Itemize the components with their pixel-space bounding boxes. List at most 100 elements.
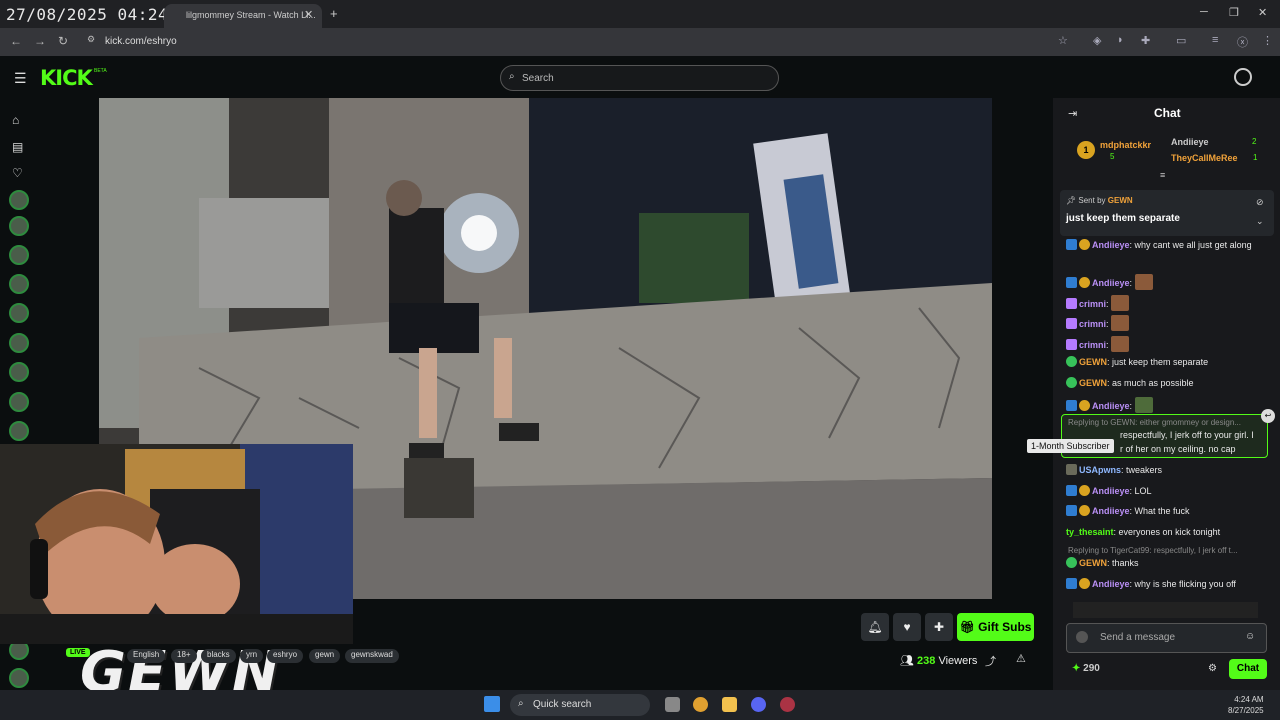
chat-username[interactable]: ty_thesaint: [1066, 527, 1114, 537]
emote-quick-bar[interactable]: [1073, 602, 1258, 618]
app-icon[interactable]: [780, 697, 795, 712]
sidepanel-icon[interactable]: ▭: [1176, 34, 1186, 47]
followed-channel-avatar[interactable]: [9, 245, 29, 265]
report-flag-icon[interactable]: ⚠: [1016, 652, 1026, 665]
home-icon[interactable]: ⌂: [12, 113, 19, 127]
chat-message[interactable]: GEWN: as much as possible: [1066, 377, 1276, 390]
chat-message[interactable]: Andiieye: What the fuck: [1066, 505, 1276, 518]
browser-menu-icon[interactable]: ⋮: [1262, 34, 1273, 47]
extensions-puzzle-icon[interactable]: ✚: [1141, 34, 1150, 47]
chat-settings-gear-icon[interactable]: ⚙: [1208, 663, 1217, 674]
emoji-picker-icon[interactable]: ☺: [1245, 631, 1255, 642]
following-heart-icon[interactable]: ♡: [12, 166, 23, 180]
stream-tag[interactable]: yrn: [240, 649, 264, 663]
system-clock[interactable]: 4:24 AM 8/27/2025: [1228, 694, 1264, 716]
new-tab-icon[interactable]: +: [330, 6, 338, 21]
followed-channel-avatar[interactable]: [9, 216, 29, 236]
send-chat-button[interactable]: Chat: [1229, 659, 1267, 679]
chat-username[interactable]: Andiieye: [1092, 506, 1130, 516]
follow-heart-button[interactable]: ♥: [893, 613, 921, 641]
chrome-icon[interactable]: [693, 697, 708, 712]
followed-channel-avatar[interactable]: [9, 333, 29, 353]
followed-channel-avatar[interactable]: [9, 362, 29, 382]
chat-username[interactable]: crimni: [1079, 299, 1106, 309]
chat-message[interactable]: crimni:: [1066, 315, 1276, 331]
user-avatar-icon[interactable]: [1234, 68, 1252, 86]
chat-username[interactable]: Andiieye: [1092, 240, 1130, 250]
leaderboard-name[interactable]: Andiieye: [1171, 137, 1209, 147]
reload-icon[interactable]: ↻: [58, 34, 68, 48]
chevron-down-icon[interactable]: ⌄: [1256, 216, 1264, 227]
chat-message[interactable]: Andiieye: why cant we all just get along: [1066, 239, 1276, 252]
followed-channel-avatar[interactable]: [9, 190, 29, 210]
leaderboard-name[interactable]: TheyCallMeRee: [1171, 153, 1238, 163]
pinned-sender: 📌︎ Sent by GEWN: [1066, 196, 1133, 205]
kick-logo[interactable]: KICK: [40, 66, 93, 90]
subscribe-button[interactable]: ✚: [925, 613, 953, 641]
chat-username[interactable]: GEWN: [1079, 558, 1107, 568]
search-placeholder: Search: [522, 73, 554, 84]
chat-username[interactable]: crimni: [1079, 340, 1106, 350]
chat-message[interactable]: ty_thesaint: everyones on kick tonight: [1066, 526, 1276, 539]
profile-icon[interactable]: ⓧ: [1237, 34, 1248, 50]
extension-icon[interactable]: ◗: [1117, 34, 1124, 46]
discord-icon[interactable]: [751, 697, 766, 712]
hamburger-menu-icon[interactable]: ☰: [14, 70, 27, 87]
followed-channel-avatar[interactable]: [9, 668, 29, 688]
chat-message[interactable]: Andiieye: why is she flicking you off: [1066, 578, 1276, 591]
reply-arrow-icon[interactable]: ↩: [1261, 409, 1275, 423]
viewer-count: 👥︎ 238 Viewers: [900, 655, 978, 667]
sub-badge-icon: [1079, 505, 1090, 516]
channel-points[interactable]: ✦ 290: [1072, 663, 1100, 674]
back-icon[interactable]: ←: [10, 34, 22, 48]
followed-channel-avatar[interactable]: [9, 421, 29, 441]
chat-username[interactable]: USApwns: [1079, 465, 1121, 475]
restore-icon[interactable]: ❐: [1229, 6, 1239, 19]
collapse-chat-icon[interactable]: ⇥: [1068, 107, 1077, 120]
url-field[interactable]: kick.com/eshryo: [105, 36, 177, 47]
browser-tab[interactable]: lilgmommey Stream - Watch Li...: [164, 4, 322, 28]
unpin-icon[interactable]: ⊘: [1256, 197, 1264, 208]
chat-message[interactable]: USApwns: tweakers: [1066, 464, 1276, 477]
forward-icon[interactable]: →: [34, 34, 46, 48]
chat-message[interactable]: crimni:: [1066, 336, 1276, 352]
expand-leaderboard-icon[interactable]: ≡: [1160, 170, 1165, 180]
chat-username[interactable]: GEWN: [1079, 378, 1107, 388]
chat-message[interactable]: GEWN: just keep them separate: [1066, 356, 1276, 369]
window-close-icon[interactable]: ✕: [1258, 6, 1267, 19]
site-info-icon[interactable]: ⚙: [87, 34, 95, 45]
chat-message[interactable]: Andiieye:: [1066, 397, 1276, 413]
stream-tag[interactable]: eshryo: [267, 649, 304, 663]
chat-username[interactable]: Andiieye: [1092, 278, 1130, 288]
followed-channel-avatar[interactable]: [9, 303, 29, 323]
chat-username[interactable]: GEWN: [1079, 357, 1107, 367]
chat-message[interactable]: Andiieye:: [1066, 274, 1276, 290]
task-view-icon[interactable]: [665, 697, 680, 712]
chat-username[interactable]: crimni: [1079, 319, 1106, 329]
followed-channel-avatar[interactable]: [9, 392, 29, 412]
gift-subs-button[interactable]: 🎁︎ Gift Subs: [957, 613, 1034, 641]
media-icon[interactable]: ≡: [1212, 34, 1218, 46]
stream-tag[interactable]: gewnskwad: [345, 649, 399, 663]
chat-username[interactable]: Andiieye: [1092, 401, 1130, 411]
stream-tag[interactable]: English: [127, 649, 166, 663]
file-explorer-icon[interactable]: [722, 697, 737, 712]
chat-message[interactable]: GEWN: thanks: [1066, 557, 1276, 570]
windows-start-icon[interactable]: [484, 696, 500, 712]
notification-bell-button[interactable]: 🔔︎: [861, 613, 889, 641]
chat-username[interactable]: Andiieye: [1092, 579, 1130, 589]
followed-channel-avatar[interactable]: [9, 274, 29, 294]
stream-tag[interactable]: 18+: [171, 649, 197, 663]
chat-username[interactable]: Andiieye: [1092, 486, 1130, 496]
share-icon[interactable]: ⤴: [985, 653, 996, 669]
browse-icon[interactable]: ▤: [12, 140, 23, 154]
chat-message[interactable]: Andiieye: LOL: [1066, 485, 1276, 498]
stream-tag[interactable]: gewn: [309, 649, 341, 663]
stream-tag[interactable]: blacks: [201, 649, 236, 663]
leaderboard-name[interactable]: mdphatckkr: [1100, 140, 1151, 150]
tab-close-icon[interactable]: ✕: [304, 8, 313, 21]
extension-icon[interactable]: ◈: [1093, 34, 1101, 47]
chat-message[interactable]: crimni:: [1066, 295, 1276, 311]
bookmark-star-icon[interactable]: ☆: [1058, 34, 1068, 47]
minimize-icon[interactable]: ─: [1200, 6, 1208, 18]
